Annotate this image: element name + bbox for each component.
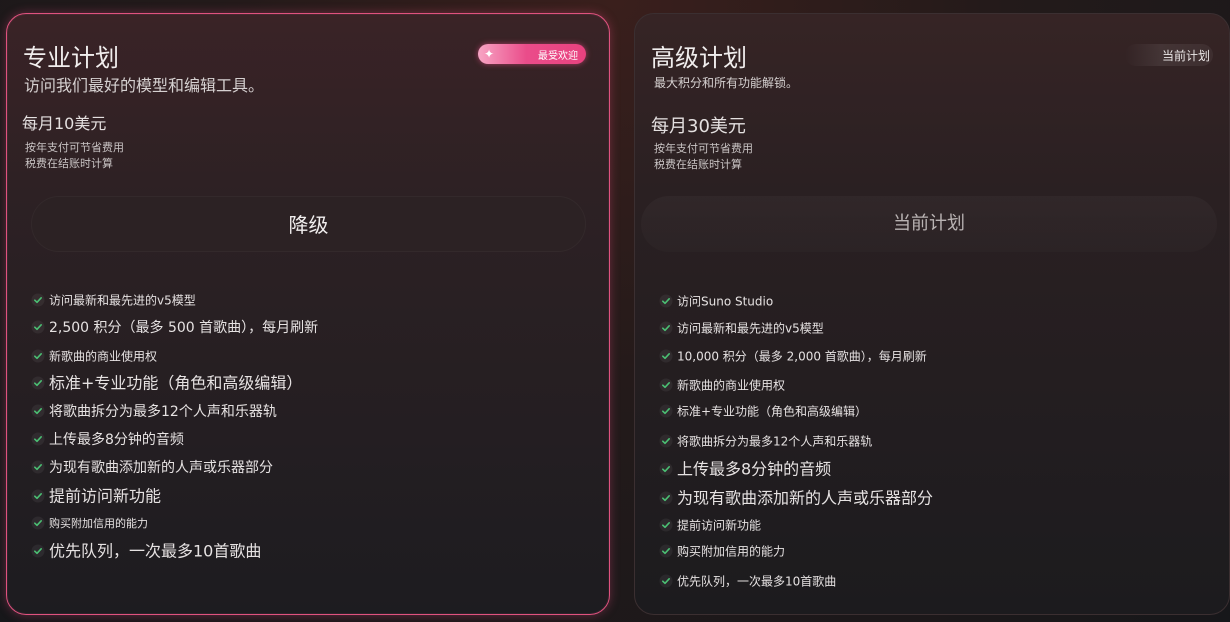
feature-label: 将歌曲拆分为最多12个人声和乐器轨 <box>677 434 873 449</box>
feature-label: 10,000 积分（最多 2,000 首歌曲），每月刷新 <box>677 349 927 364</box>
check-icon <box>31 489 45 503</box>
feature-label: 标准+专业功能（角色和高级编辑） <box>49 373 303 393</box>
feature-label: 上传最多8分钟的音频 <box>677 459 832 479</box>
feature-item: 提前访问新功能 <box>31 486 161 506</box>
feature-item: 标准+专业功能（角色和高级编辑） <box>31 373 302 393</box>
feature-item: 优先队列，一次最多10首歌曲 <box>31 541 261 561</box>
check-icon <box>659 349 673 363</box>
check-icon <box>659 518 673 532</box>
feature-item: 访问Suno Studio <box>659 291 773 311</box>
feature-label: 访问最新和最先进的v5模型 <box>677 321 824 336</box>
feature-label: 为现有歌曲添加新的人声或乐器部分 <box>677 488 934 508</box>
feature-item: 访问最新和最先进的v5模型 <box>659 318 824 338</box>
check-icon <box>659 491 673 505</box>
feature-item: 上传最多8分钟的音频 <box>659 459 831 479</box>
check-icon <box>31 544 45 558</box>
feature-label: 提前访问新功能 <box>49 486 162 506</box>
feature-label: 优先队列，一次最多10首歌曲 <box>677 574 837 589</box>
feature-item: 购买附加信用的能力 <box>31 514 148 534</box>
check-icon <box>659 574 673 588</box>
check-icon <box>31 432 45 446</box>
feature-label: 新歌曲的商业使用权 <box>677 378 786 393</box>
feature-label: 访问最新和最先进的v5模型 <box>49 293 196 308</box>
feature-item: 访问最新和最先进的v5模型 <box>31 290 196 310</box>
feature-label: 新歌曲的商业使用权 <box>49 349 158 364</box>
check-icon <box>31 320 45 334</box>
feature-item: 为现有歌曲添加新的人声或乐器部分 <box>31 458 273 478</box>
premier-plan-card: 高级计划 当前计划 最大积分和所有功能解锁。 每月30美元 按年支付可节省费用 … <box>634 13 1230 615</box>
feature-label: 为现有歌曲添加新的人声或乐器部分 <box>49 460 273 476</box>
check-icon <box>31 376 45 390</box>
feature-item: 将歌曲拆分为最多12个人声和乐器轨 <box>31 402 277 422</box>
feature-item: 上传最多8分钟的音频 <box>31 430 184 450</box>
check-icon <box>659 321 673 335</box>
feature-label: 购买附加信用的能力 <box>49 517 148 530</box>
check-icon <box>659 434 673 448</box>
check-icon <box>31 516 45 530</box>
feature-list: 访问Suno Studio 访问最新和最先进的v5模型 10,000 积分（最多 2… <box>635 14 1229 614</box>
feature-item: 将歌曲拆分为最多12个人声和乐器轨 <box>659 431 872 451</box>
feature-item: 新歌曲的商业使用权 <box>31 346 157 366</box>
feature-label: 将歌曲拆分为最多12个人声和乐器轨 <box>49 404 277 420</box>
feature-label: 优先队列，一次最多10首歌曲 <box>49 541 262 561</box>
check-icon <box>31 349 45 363</box>
feature-label: 访问Suno Studio <box>677 294 774 309</box>
feature-item: 2,500 积分（最多 500 首歌曲），每月刷新 <box>31 318 318 338</box>
check-icon <box>31 460 45 474</box>
check-icon <box>659 462 673 476</box>
feature-item: 购买附加信用的能力 <box>659 541 785 561</box>
check-icon <box>659 294 673 308</box>
check-icon <box>659 404 673 418</box>
feature-label: 上传最多8分钟的音频 <box>49 432 184 448</box>
feature-label: 购买附加信用的能力 <box>677 544 786 559</box>
feature-label: 2,500 积分（最多 500 首歌曲），每月刷新 <box>49 320 319 336</box>
feature-list: 访问最新和最先进的v5模型 2,500 积分（最多 500 首歌曲），每月刷新 新歌… <box>7 14 609 614</box>
check-icon <box>31 293 45 307</box>
feature-item: 标准+专业功能（角色和高级编辑） <box>659 401 867 421</box>
feature-item: 优先队列，一次最多10首歌曲 <box>659 571 836 591</box>
feature-label: 提前访问新功能 <box>677 518 762 533</box>
feature-item: 提前访问新功能 <box>659 515 761 535</box>
pro-plan-card: 专业计划 ✦ 最受欢迎 访问我们最好的模型和编辑工具。 每月10美元 按年支付可… <box>6 13 610 615</box>
check-icon <box>659 544 673 558</box>
feature-item: 10,000 积分（最多 2,000 首歌曲），每月刷新 <box>659 346 927 366</box>
feature-item: 新歌曲的商业使用权 <box>659 375 785 395</box>
check-icon <box>659 378 673 392</box>
check-icon <box>31 404 45 418</box>
feature-item: 为现有歌曲添加新的人声或乐器部分 <box>659 488 933 508</box>
feature-label: 标准+专业功能（角色和高级编辑） <box>677 404 868 419</box>
